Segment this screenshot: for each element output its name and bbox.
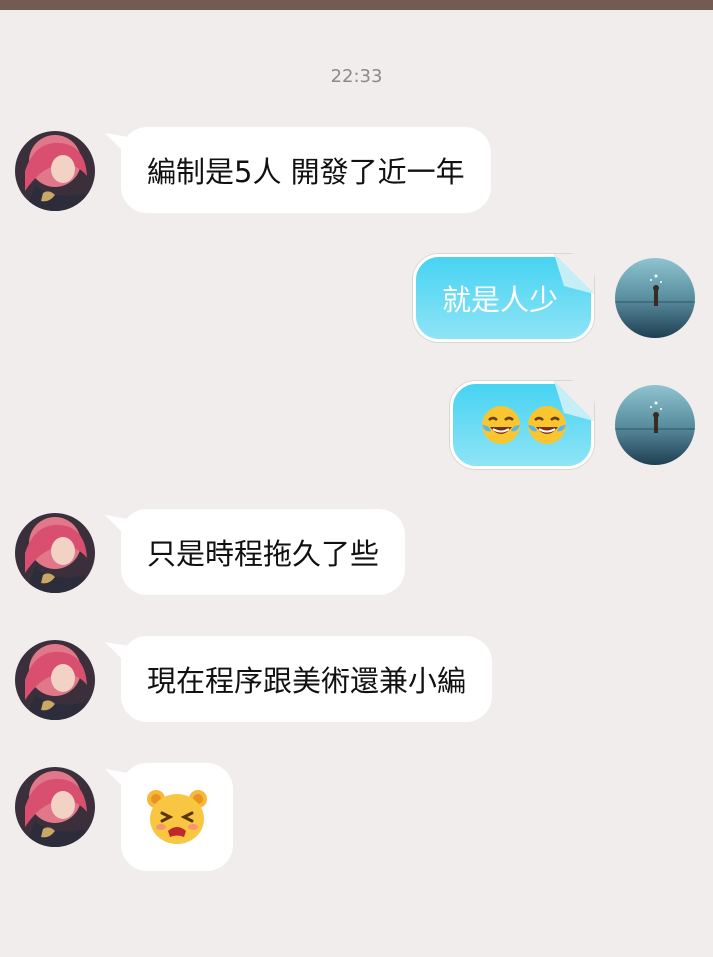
bubble-fold-corner: [554, 381, 594, 421]
contact-avatar[interactable]: [15, 131, 95, 211]
bubble-fold-corner: [554, 254, 594, 294]
top-status-bar: [0, 0, 713, 10]
contact-avatar[interactable]: [15, 767, 95, 847]
user-avatar[interactable]: [615, 258, 695, 338]
user-avatar[interactable]: [615, 385, 695, 465]
message-text: 就是人少: [442, 283, 559, 317]
message-row: 就是人少: [0, 254, 713, 344]
message-row: 現在程序跟美術還兼小編: [0, 636, 713, 726]
incoming-message-bubble[interactable]: 現在程序跟美術還兼小編: [105, 636, 493, 722]
bubble-tail: [105, 515, 139, 545]
message-row: 編制是5人 開發了近一年: [0, 127, 713, 217]
message-row: [0, 381, 713, 471]
outgoing-emoji-bubble[interactable]: [450, 381, 594, 469]
contact-avatar[interactable]: [15, 513, 95, 593]
bubble-tail: [105, 642, 139, 672]
frustrated-bear-emoji-icon: [147, 790, 207, 844]
incoming-message-bubble[interactable]: 只是時程拖久了些: [105, 509, 406, 595]
message-row: 只是時程拖久了些: [0, 509, 713, 599]
outgoing-message-bubble[interactable]: 就是人少: [413, 254, 594, 342]
message-text: 只是時程拖久了些: [147, 537, 380, 571]
message-text: 現在程序跟美術還兼小編: [147, 664, 467, 698]
bubble-tail: [105, 769, 139, 799]
message-row: [0, 763, 713, 873]
contact-avatar[interactable]: [15, 640, 95, 720]
chat-timestamp: 22:33: [330, 66, 383, 87]
incoming-emoji-bubble[interactable]: [105, 763, 233, 871]
laughing-crying-emoji-icon: [482, 406, 520, 444]
incoming-message-bubble[interactable]: 編制是5人 開發了近一年: [105, 127, 491, 213]
message-text: 編制是5人 開發了近一年: [147, 155, 465, 189]
bubble-tail: [105, 133, 139, 163]
